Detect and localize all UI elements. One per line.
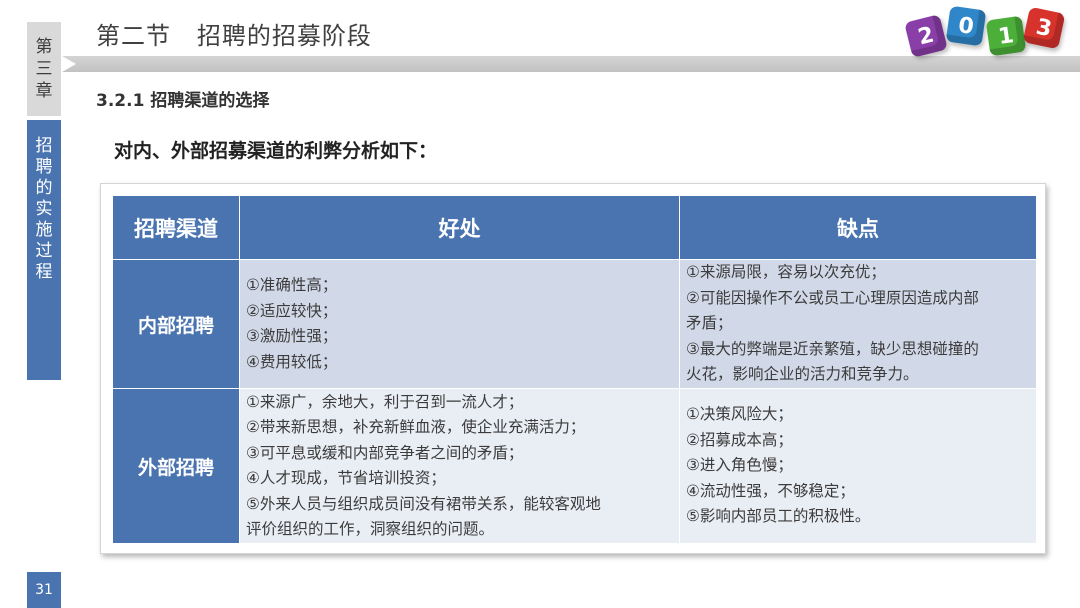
pros-item: ②带来新思想，补充新鲜血液，使企业充满活力； <box>246 418 586 436</box>
cons-item: ②招募成本高； <box>686 430 793 449</box>
cons-item: 火花，影响企业的活力和竞争力。 <box>686 365 919 384</box>
table-row-internal: 内部招聘 ①准确性高； ②适应较快； ③激励性强； ④费用较低； ①来源局限，容… <box>112 259 1037 389</box>
pros-cell-external: ①来源广，余地大，利于召到一流人才； ②带来新思想，补充新鲜血液，使企业充满活力… <box>239 388 680 544</box>
chapter-label: 第 三 章 <box>27 22 61 116</box>
cons-item: ①决策风险大； <box>686 405 793 424</box>
cons-item: 矛盾； <box>686 314 733 333</box>
table-header-row: 招聘渠道 好处 缺点 <box>112 195 1037 260</box>
header-cons: 缺点 <box>679 195 1037 260</box>
comparison-table: 招聘渠道 好处 缺点 内部招聘 ①准确性高； ②适应较快； ③激励性强； ④费用… <box>112 195 1037 544</box>
chapter-char: 三 <box>35 59 53 79</box>
cube-digit: 2 <box>904 14 948 58</box>
header-divider-tip <box>62 56 76 72</box>
section-char: 过 <box>35 241 53 261</box>
page-title: 第二节 招聘的招募阶段 <box>96 22 372 50</box>
page-number: 31 <box>27 572 61 608</box>
comparison-table-frame: 招聘渠道 好处 缺点 内部招聘 ①准确性高； ②适应较快； ③激励性强； ④费用… <box>100 183 1046 554</box>
pros-item: ④人才现成，节省培训投资； <box>246 469 446 487</box>
header-pros: 好处 <box>239 195 680 260</box>
cons-cell-internal: ①来源局限，容易以次充优； ②可能因操作不公或员工心理原因造成内部 矛盾； ③最… <box>679 259 1037 389</box>
chapter-char: 章 <box>35 81 53 101</box>
pros-item: ⑤外来人员与组织成员间没有裙带关系，能较客观地 <box>246 494 601 513</box>
cons-item: ③进入角色慢； <box>686 456 793 475</box>
cons-item: ③最大的弊端是近亲繁殖，缺少思想碰撞的 <box>686 339 979 358</box>
pros-item: ④费用较低； <box>246 352 338 371</box>
pros-item: ③可平息或缓和内部竞争者之间的矛盾； <box>246 443 524 462</box>
section-char: 招 <box>35 136 53 156</box>
cons-item: ①来源局限，容易以次充优； <box>686 263 886 282</box>
cons-cell-external: ①决策风险大； ②招募成本高； ③进入角色慢； ④流动性强，不够稳定； ⑤影响内… <box>679 388 1037 544</box>
cons-item: ②可能因操作不公或员工心理原因造成内部 <box>686 288 979 307</box>
section-char: 聘 <box>35 157 53 177</box>
section-heading: 3.2.1 招聘渠道的选择 <box>96 91 270 111</box>
row-label-external: 外部招聘 <box>112 388 240 544</box>
section-char: 程 <box>35 262 53 282</box>
header-channel: 招聘渠道 <box>112 195 240 260</box>
pros-item: ①准确性高； <box>246 276 338 294</box>
pros-cell-internal: ①准确性高； ②适应较快； ③激励性强； ④费用较低； <box>239 259 680 389</box>
pros-item: ②适应较快； <box>246 301 338 320</box>
section-label: 招 聘 的 实 施 过 程 <box>27 120 61 380</box>
row-label-internal: 内部招聘 <box>112 259 240 389</box>
section-char: 施 <box>35 220 53 240</box>
section-char: 的 <box>35 178 53 198</box>
cube-digit: 3 <box>1022 6 1066 50</box>
cons-item: ④流动性强，不够稳定； <box>686 481 855 500</box>
year-cubes-logo: 2 0 1 3 <box>902 5 1072 62</box>
section-char: 实 <box>35 199 53 219</box>
cube-digit: 1 <box>985 15 1027 57</box>
table-row-external: 外部招聘 ①来源广，余地大，利于召到一流人才； ②带来新思想，补充新鲜血液，使企… <box>112 388 1037 544</box>
cube-digit: 0 <box>945 5 987 47</box>
chapter-char: 第 <box>35 37 53 57</box>
pros-item: ①来源广，余地大，利于召到一流人才； <box>246 392 524 411</box>
intro-text: 对内、外部招募渠道的利弊分析如下： <box>114 140 438 162</box>
pros-item: 评价组织的工作，洞察组织的问题。 <box>246 520 495 538</box>
cons-item: ⑤影响内部员工的积极性。 <box>686 507 871 526</box>
pros-item: ③激励性强； <box>246 327 338 345</box>
